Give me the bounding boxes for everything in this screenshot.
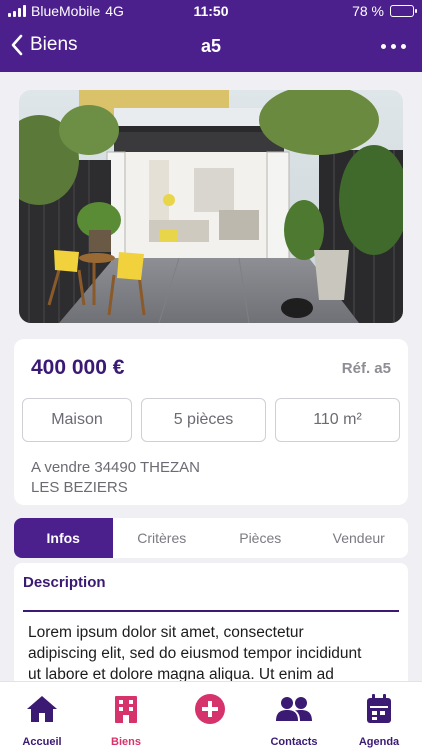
tabbar-contacts[interactable]: Contacts bbox=[256, 682, 332, 750]
tab-infos[interactable]: Infos bbox=[14, 518, 113, 558]
battery-percent: 78 % bbox=[352, 3, 384, 19]
property-price: 400 000 € bbox=[31, 356, 125, 379]
description-text: Lorem ipsum dolor sit amet, consectetur … bbox=[28, 622, 396, 685]
property-features: Maison 5 pièces 110 m² bbox=[22, 398, 400, 442]
description-divider bbox=[23, 610, 399, 612]
property-type-chip: Maison bbox=[22, 398, 132, 442]
property-summary-card: 400 000 € Réf. a5 Maison 5 pièces 110 m²… bbox=[14, 339, 408, 505]
description-line: adipiscing elit, sed do eiusmod tempor i… bbox=[28, 645, 362, 662]
nav-bar: Biens a5 bbox=[0, 22, 422, 72]
property-surface-chip: 110 m² bbox=[275, 398, 400, 442]
description-title: Description bbox=[23, 574, 106, 591]
tabbar-add[interactable] bbox=[172, 682, 248, 750]
property-address: A vendre 34490 THEZAN LES BEZIERS bbox=[31, 458, 251, 498]
address-line-1: A vendre 34490 THEZAN bbox=[31, 459, 200, 476]
property-photo[interactable] bbox=[19, 90, 403, 323]
chevron-left-icon bbox=[11, 34, 23, 56]
tab-pieces[interactable]: Pièces bbox=[211, 518, 310, 558]
building-icon bbox=[115, 696, 137, 723]
tabbar-label: Biens bbox=[111, 736, 141, 748]
battery-info: 78 % bbox=[352, 3, 417, 19]
address-line-2: LES BEZIERS bbox=[31, 479, 128, 496]
tabbar-label: Agenda bbox=[358, 736, 400, 748]
property-reference: Réf. a5 bbox=[341, 360, 391, 377]
detail-tabs: Infos Critères Pièces Vendeur bbox=[14, 518, 408, 558]
description-line: Lorem ipsum dolor sit amet, consectetur bbox=[28, 624, 304, 641]
calendar-icon bbox=[367, 694, 391, 723]
tabbar-agenda[interactable]: Agenda bbox=[341, 682, 417, 750]
plus-circle-icon bbox=[195, 694, 225, 724]
tabbar-label: Accueil bbox=[22, 736, 62, 748]
tabbar-biens[interactable]: Biens bbox=[88, 682, 164, 750]
back-button[interactable]: Biens bbox=[10, 33, 78, 57]
tab-criteres[interactable]: Critères bbox=[113, 518, 212, 558]
property-rooms-chip: 5 pièces bbox=[141, 398, 266, 442]
tabbar-label: Contacts bbox=[270, 736, 318, 748]
bottom-tab-bar: Accueil Biens Contacts Agenda bbox=[0, 681, 422, 750]
battery-icon bbox=[390, 5, 417, 17]
contacts-icon bbox=[276, 697, 312, 721]
tab-vendeur[interactable]: Vendeur bbox=[310, 518, 409, 558]
description-section: Description Lorem ipsum dolor sit amet, … bbox=[14, 563, 408, 693]
more-dots-icon[interactable] bbox=[381, 44, 406, 49]
house-patio-photo bbox=[19, 90, 403, 323]
home-icon bbox=[27, 696, 57, 722]
back-label: Biens bbox=[30, 34, 78, 55]
tabbar-accueil[interactable]: Accueil bbox=[4, 682, 80, 750]
status-bar: BlueMobile 4G 11:50 78 % bbox=[0, 0, 422, 22]
